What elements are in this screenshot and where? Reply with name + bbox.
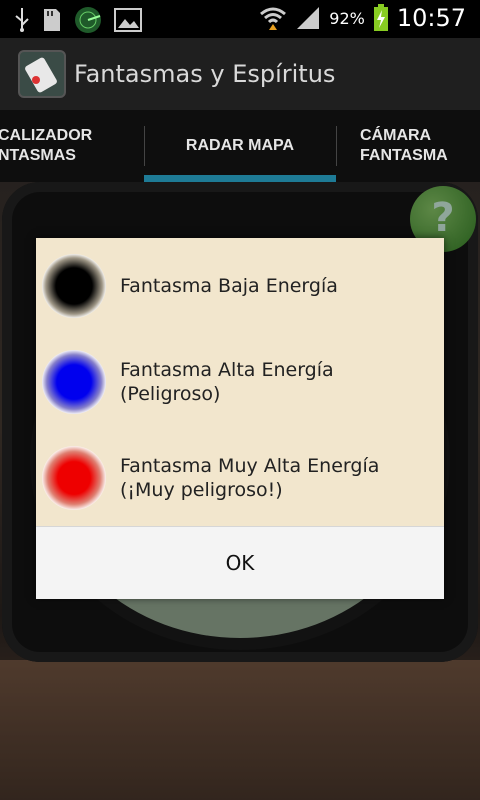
tab-label-line1: CÁMARA <box>360 127 432 144</box>
action-bar: Fantasmas y Espíritus <box>0 38 480 110</box>
list-item: Fantasma Muy Alta Energía (¡Muy peligros… <box>36 430 444 526</box>
image-icon <box>114 8 142 32</box>
usb-icon <box>15 8 29 32</box>
list-item: Fantasma Alta Energía (Peligroso) <box>36 334 444 430</box>
tab-label-line1: CALIZADOR <box>0 127 93 144</box>
very-high-energy-ghost-icon <box>42 446 106 510</box>
legend-text: Fantasma Alta Energía (Peligroso) <box>120 358 334 406</box>
tab-label-line2: NTASMAS <box>0 147 76 164</box>
app-title: Fantasmas y Espíritus <box>74 60 336 88</box>
legend-label: Fantasma Baja Energía <box>120 275 338 297</box>
system-icons: 92% 10:57 <box>259 4 466 32</box>
tab-camara-fantasma[interactable]: CÁMARA FANTASMA <box>360 110 480 182</box>
radar-notification-icon <box>75 7 101 33</box>
sd-card-icon <box>44 9 60 31</box>
battery-percent: 92% <box>329 8 365 28</box>
legend-label: Fantasma Alta Energía <box>120 359 334 381</box>
clock: 10:57 <box>396 4 466 32</box>
wifi-icon <box>260 7 287 30</box>
ok-button[interactable]: OK <box>36 527 444 599</box>
legend-sublabel: (¡Muy peligroso!) <box>120 479 283 501</box>
battery-charging-icon <box>373 4 388 31</box>
list-item: Fantasma Baja Energía <box>36 238 444 334</box>
signal-icon <box>297 7 320 29</box>
notification-icons <box>14 6 142 34</box>
legend-text: Fantasma Baja Energía <box>120 274 338 298</box>
selected-tab-indicator <box>144 175 336 182</box>
legend-text: Fantasma Muy Alta Energía (¡Muy peligros… <box>120 454 379 502</box>
legend-label: Fantasma Muy Alta Energía <box>120 455 380 477</box>
app-icon[interactable] <box>18 50 66 98</box>
tab-label-line2: FANTASMA <box>360 147 448 164</box>
tab-radar-mapa[interactable]: RADAR MAPA <box>144 110 336 182</box>
legend-sublabel: (Peligroso) <box>120 383 221 405</box>
low-energy-ghost-icon <box>42 254 106 318</box>
tab-divider <box>336 126 337 166</box>
dialog-button-bar: OK <box>36 526 444 599</box>
tab-localizador[interactable]: CALIZADOR NTASMAS <box>0 110 144 182</box>
tab-label: RADAR MAPA <box>185 137 295 154</box>
high-energy-ghost-icon <box>42 350 106 414</box>
tab-bar: CALIZADOR NTASMAS RADAR MAPA CÁMARA FANT… <box>0 110 480 182</box>
legend-dialog: Fantasma Baja Energía Fantasma Alta Ener… <box>36 238 444 599</box>
status-bar: 92% 10:57 <box>0 0 480 38</box>
